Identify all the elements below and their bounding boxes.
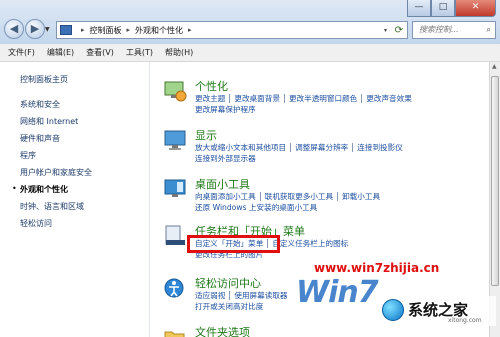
taskbar-icon (165, 225, 185, 245)
sidebar-home-link[interactable]: 控制面板主页 (20, 74, 68, 85)
refresh-icon[interactable]: ⟳ (395, 25, 403, 36)
title-bar: — □ ✕ ◀ ▶ ▼ ▸ 控制面板 ▸ 外观和个性化 ▸ ▾ ⟳ 搜索控制..… (0, 0, 500, 44)
address-bar[interactable]: ▸ 控制面板 ▸ 外观和个性化 ▸ ▾ ⟳ (56, 21, 408, 39)
close-button[interactable]: ✕ (455, 0, 496, 17)
address-dropdown-icon[interactable]: ▾ (384, 27, 387, 34)
menu-help[interactable]: 帮助(H) (165, 47, 193, 58)
minimize-button[interactable]: — (407, 0, 431, 17)
forward-button[interactable]: ▶ (25, 19, 45, 39)
menu-view[interactable]: 查看(V) (86, 47, 114, 58)
current-item-bullet-icon: • (12, 184, 17, 193)
scroll-thumb[interactable] (491, 76, 499, 286)
sidebar-item-programs[interactable]: 程序 (20, 150, 36, 161)
ease-of-access-icon (164, 278, 184, 298)
sidebar-item-user-accounts[interactable]: 用户帐户和家庭安全 (20, 167, 92, 178)
back-button[interactable]: ◀ (4, 19, 24, 39)
highlight-box (187, 235, 280, 253)
watermark-site-domain: xitong.com (448, 317, 482, 324)
watermark-url: www.win7zhijia.cn (314, 261, 440, 275)
link-screen-reader[interactable]: 使用屏幕读取器 (229, 291, 291, 300)
personalization-icon (164, 81, 187, 102)
breadcrumb-appearance[interactable]: 外观和个性化 (135, 25, 183, 36)
menu-bar: 文件(F) 编辑(E) 查看(V) 工具(T) 帮助(H) (0, 44, 500, 62)
link-change-theme[interactable]: 更改主题 (195, 94, 229, 103)
watermark-logo: Win7 (296, 275, 379, 310)
window-controls: — □ ✕ (407, 0, 496, 17)
link-change-window-color[interactable]: 更改半透明窗口颜色 (283, 94, 361, 103)
link-customize-taskbar-icons[interactable]: 自定义任务栏上的图标 (267, 239, 352, 248)
link-low-vision[interactable]: 适应弱视 (195, 291, 229, 300)
sidebar: 控制面板主页 系统和安全 网络和 Internet 硬件和声音 程序 用户帐户和… (0, 62, 150, 337)
category-title[interactable]: 桌面小工具 (195, 176, 250, 192)
search-input[interactable]: 搜索控制... ⌕ (412, 21, 496, 39)
link-add-gadgets[interactable]: 向桌面添加小工具 (195, 192, 260, 201)
category-title[interactable]: 显示 (195, 127, 217, 143)
link-connect-external-display[interactable]: 连接到外部显示器 (195, 154, 260, 163)
link-change-sounds[interactable]: 更改声音效果 (361, 94, 416, 103)
category-title[interactable]: 个性化 (195, 78, 228, 94)
menu-file[interactable]: 文件(F) (8, 47, 35, 58)
scroll-up-icon[interactable]: ▲ (492, 63, 497, 70)
search-placeholder: 搜索控制... (419, 25, 459, 34)
sidebar-item-clock-language[interactable]: 时钟、语言和区域 (20, 201, 84, 212)
recent-pages-button[interactable]: ▼ (45, 26, 50, 33)
gadgets-icon (164, 179, 186, 197)
maximize-button[interactable]: □ (431, 0, 455, 17)
sidebar-item-system-security[interactable]: 系统和安全 (20, 99, 60, 110)
menu-edit[interactable]: 编辑(E) (47, 47, 74, 58)
display-icon (164, 130, 186, 150)
category-title[interactable]: 轻松访问中心 (195, 275, 261, 291)
link-change-screensaver[interactable]: 更改屏幕保护程序 (195, 105, 260, 114)
breadcrumb-arrow-icon[interactable]: ▸ (127, 26, 131, 34)
control-panel-icon (60, 25, 72, 35)
breadcrumb-arrow-icon[interactable]: ▸ (188, 26, 192, 34)
sidebar-item-ease-of-access[interactable]: 轻松访问 (20, 218, 52, 229)
link-connect-projector[interactable]: 连接到投影仪 (352, 143, 407, 152)
site-logo-icon (382, 299, 404, 321)
watermark-site: 系统之家 xitong.com (378, 296, 496, 326)
menu-tools[interactable]: 工具(T) (126, 47, 153, 58)
breadcrumb-arrow-icon[interactable]: ▸ (81, 26, 85, 34)
link-zoom-text[interactable]: 放大或缩小文本和其他项目 (195, 143, 290, 152)
sidebar-item-hardware-sound[interactable]: 硬件和声音 (20, 133, 60, 144)
link-restore-gadgets[interactable]: 还原 Windows 上安装的桌面小工具 (195, 203, 321, 212)
link-change-desktop-background[interactable]: 更改桌面背景 (229, 94, 284, 103)
link-high-contrast[interactable]: 打开或关闭高对比度 (195, 302, 267, 311)
sidebar-item-network[interactable]: 网络和 Internet (20, 116, 78, 127)
sidebar-item-appearance[interactable]: 外观和个性化 (20, 184, 68, 195)
link-uninstall-gadget[interactable]: 卸载小工具 (337, 192, 384, 201)
folder-options-icon (164, 331, 185, 337)
category-title[interactable]: 文件夹选项 (195, 324, 250, 337)
breadcrumb-control-panel[interactable]: 控制面板 (90, 25, 122, 36)
link-get-more-gadgets[interactable]: 联机获取更多小工具 (259, 192, 337, 201)
link-adjust-resolution[interactable]: 调整屏幕分辨率 (290, 143, 352, 152)
search-icon[interactable]: ⌕ (487, 22, 491, 38)
